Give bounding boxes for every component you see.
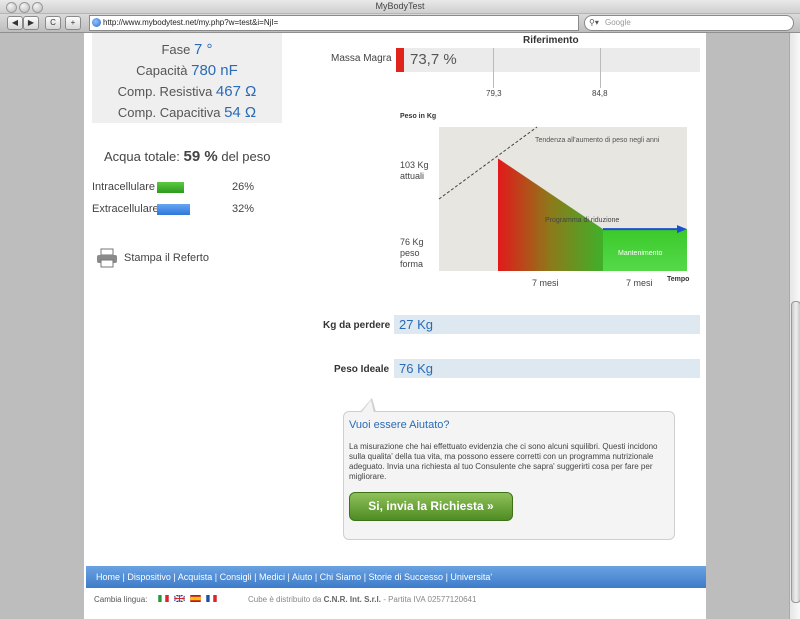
help-callout: Vuoi essere Aiutato? La misurazione che … xyxy=(343,398,675,540)
kg-da-perdere-value: 27 Kg xyxy=(399,317,433,332)
reload-button[interactable]: C xyxy=(45,16,61,30)
footer-nav: Home | Dispositivo | Acquista | Consigli… xyxy=(86,566,706,588)
capacitiva-row: Comp. Capacitiva 54 Ω xyxy=(92,104,282,121)
ref-tick-low xyxy=(493,48,494,88)
footer-link-medici[interactable]: Medici xyxy=(259,572,285,582)
help-text: La misurazione che hai effettuato eviden… xyxy=(349,442,658,481)
copyright-post: - Partita IVA 02577120641 xyxy=(383,595,477,604)
search-placeholder: Google xyxy=(605,18,631,27)
capacita-value: 780 nF xyxy=(191,62,238,79)
peso-ideale-label: Peso Ideale xyxy=(334,364,390,375)
kg-da-perdere-field: 27 Kg xyxy=(394,315,700,334)
extracellulare-pct: 32% xyxy=(232,203,255,215)
window-title: MyBodyTest xyxy=(375,1,425,11)
x-label-reduction: 7 mesi xyxy=(532,278,559,288)
search-icon: ⚲▾ xyxy=(589,18,599,27)
search-input[interactable]: ⚲▾ Google xyxy=(584,15,794,31)
flag-france-icon[interactable] xyxy=(206,595,217,602)
massa-magra-label: Massa Magra xyxy=(331,53,392,64)
footer-links: Home | Dispositivo | Acquista | Consigli… xyxy=(96,572,493,582)
weight-chart: Peso in Kg Tendenza all'aumento di peso … xyxy=(400,113,689,288)
massa-magra-bar: 73,7 % 79,3 84,8 xyxy=(396,48,700,98)
acqua-suffix: del peso xyxy=(221,149,271,164)
language-label: Cambia lingua: xyxy=(94,595,148,604)
browser-viewport: Fase 7 ° Capacità 780 nF Comp. Resistiva… xyxy=(0,33,789,619)
annotation-trend: Tendenza all'aumento di peso negli anni xyxy=(535,137,660,144)
copyright-text: Cube è distribuito da C.N.R. Int. S.r.l.… xyxy=(248,595,476,604)
acqua-value: 59 % xyxy=(183,148,218,165)
annotation-maintenance: Mantenimento xyxy=(618,250,662,257)
chart-ylabel: Peso in Kg xyxy=(400,113,436,120)
extracellulare-label: Extracellulare xyxy=(92,203,159,215)
capacitiva-label: Comp. Capacitiva xyxy=(117,105,221,120)
footer-link-aiuto[interactable]: Aiuto xyxy=(292,572,313,582)
x-label-maintenance: 7 mesi xyxy=(626,278,653,288)
forward-button[interactable]: ▶ xyxy=(23,16,39,30)
ref-tick-high xyxy=(600,48,601,88)
stampa-referto-link[interactable]: Stampa il Referto xyxy=(124,252,209,264)
help-title: Vuoi essere Aiutato? xyxy=(349,419,450,431)
annotation-reduction: Programma di riduzione xyxy=(545,217,619,224)
page-gutter-right xyxy=(706,33,789,619)
printer-icon[interactable] xyxy=(96,248,118,268)
url-text: http://www.mybodytest.net/my.php?w=test&… xyxy=(103,18,279,27)
acqua-totale: Acqua totale: 59 % del peso xyxy=(104,148,271,165)
footer-link-chi-siamo[interactable]: Chi Siamo xyxy=(320,572,362,582)
intracellulare-bar xyxy=(157,182,184,193)
peso-ideale-field: 76 Kg xyxy=(394,359,700,378)
y-label-103-sub: attuali xyxy=(400,171,424,181)
window-titlebar: MyBodyTest xyxy=(0,0,800,14)
y-label-76-sub2: forma xyxy=(400,259,423,269)
capacita-label: Capacità xyxy=(136,63,188,78)
vertical-scrollbar[interactable] xyxy=(789,33,800,619)
resistiva-value: 467 Ω xyxy=(215,83,257,100)
footer-link-acquista[interactable]: Acquista xyxy=(178,572,213,582)
capacita-row: Capacità 780 nF xyxy=(92,62,282,79)
flag-uk-icon[interactable] xyxy=(174,595,185,602)
kg-da-perdere-label: Kg da perdere xyxy=(323,320,391,331)
ref-tick-high-label: 84,8 xyxy=(592,89,608,98)
intracellulare-pct: 26% xyxy=(232,181,255,193)
footer-link-dispositivo[interactable]: Dispositivo xyxy=(127,572,171,582)
massa-magra-indicator xyxy=(396,48,404,72)
riferimento-label: Riferimento xyxy=(523,35,579,46)
back-button[interactable]: ◀ xyxy=(7,16,23,30)
flag-italy-icon[interactable] xyxy=(158,595,169,602)
copyright-pre: Cube è distribuito da xyxy=(248,595,322,604)
intracellulare-label: Intracellulare xyxy=(92,181,155,193)
globe-icon xyxy=(92,18,101,27)
fase-value: 7 ° xyxy=(194,41,213,58)
massa-magra-value: 73,7 % xyxy=(410,51,457,68)
scrollbar-thumb[interactable] xyxy=(791,301,800,603)
footer-link-consigli[interactable]: Consigli xyxy=(220,572,252,582)
browser-toolbar: ◀ ▶ C + http://www.mybodytest.net/my.php… xyxy=(0,14,800,33)
y-label-103: 103 Kg xyxy=(400,160,429,170)
copyright-company: C.N.R. Int. S.r.l. xyxy=(323,595,381,604)
footer-link-home[interactable]: Home xyxy=(96,572,120,582)
impedance-box: Fase 7 ° Capacità 780 nF Comp. Resistiva… xyxy=(92,33,282,123)
extracellulare-bar xyxy=(157,204,190,215)
resistiva-label: Comp. Resistiva xyxy=(117,84,213,99)
fase-label: Fase xyxy=(161,42,191,57)
fase-row: Fase 7 ° xyxy=(92,41,282,58)
url-field[interactable]: http://www.mybodytest.net/my.php?w=test&… xyxy=(89,15,579,31)
page-content: Fase 7 ° Capacità 780 nF Comp. Resistiva… xyxy=(86,33,706,619)
add-bookmark-button[interactable]: + xyxy=(65,16,81,30)
send-request-button[interactable]: Si, invia la Richiesta » xyxy=(349,492,513,521)
chart-xlabel: Tempo xyxy=(667,276,689,283)
y-label-76: 76 Kg xyxy=(400,237,424,247)
resistiva-row: Comp. Resistiva 467 Ω xyxy=(92,83,282,100)
peso-ideale-value: 76 Kg xyxy=(399,361,433,376)
footer-link-universita[interactable]: Universita' xyxy=(450,572,492,582)
capacitiva-value: 54 Ω xyxy=(224,104,257,121)
y-label-76-sub1: peso xyxy=(400,248,420,258)
ref-tick-low-label: 79,3 xyxy=(486,89,502,98)
acqua-label: Acqua totale: xyxy=(104,149,180,164)
flag-spain-icon[interactable] xyxy=(190,595,201,602)
callout-pointer-fill xyxy=(361,400,374,413)
footer-link-storie[interactable]: Storie di Successo xyxy=(369,572,444,582)
page-gutter-left xyxy=(0,33,84,619)
